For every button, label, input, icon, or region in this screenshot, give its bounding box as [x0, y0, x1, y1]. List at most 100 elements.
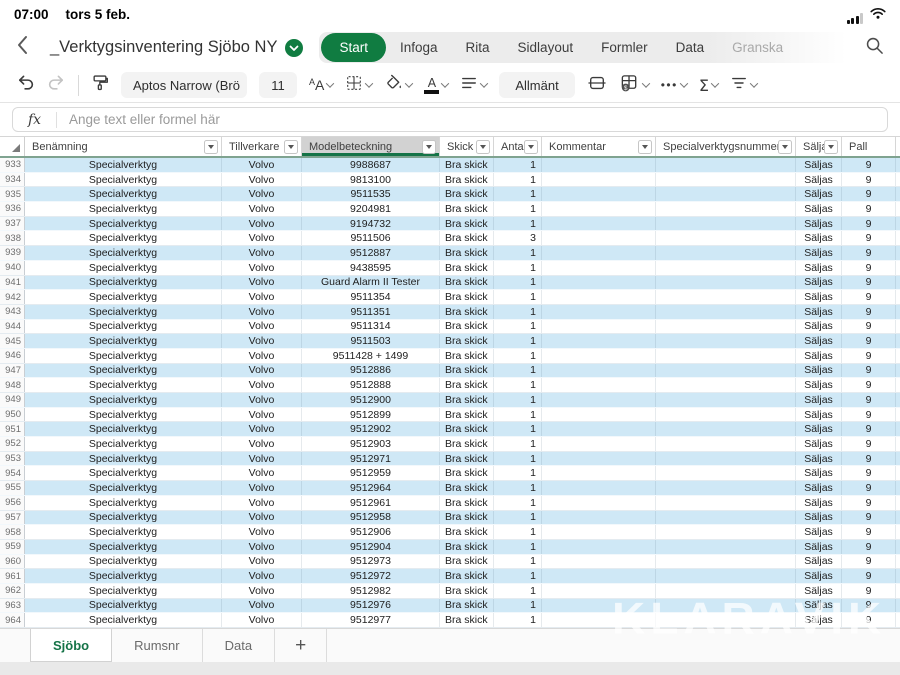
- cell-saljas[interactable]: Säljas: [796, 408, 842, 422]
- cell-benamning[interactable]: Specialverktyg: [25, 584, 222, 598]
- back-button[interactable]: [16, 35, 36, 60]
- cell-model[interactable]: 9204981: [302, 202, 440, 216]
- cell-extra[interactable]: [896, 540, 900, 554]
- cell-saljas[interactable]: Säljas: [796, 334, 842, 348]
- cell-kommentar[interactable]: [542, 613, 656, 627]
- cell-extra[interactable]: [896, 555, 900, 569]
- cell-benamning[interactable]: Specialverktyg: [25, 452, 222, 466]
- cell-model[interactable]: 9512906: [302, 525, 440, 539]
- merge-cells-button[interactable]: [587, 74, 607, 97]
- cell-tillverkare[interactable]: Volvo: [222, 305, 302, 319]
- cell-extra[interactable]: [896, 496, 900, 510]
- cell-skick[interactable]: Bra skick: [440, 276, 494, 290]
- cell-kommentar[interactable]: [542, 481, 656, 495]
- cell-saljas[interactable]: Säljas: [796, 364, 842, 378]
- autosum-button[interactable]: Σ: [699, 76, 718, 95]
- cell-saljas[interactable]: Säljas: [796, 349, 842, 363]
- cell-extra[interactable]: [896, 320, 900, 334]
- cell-skick[interactable]: Bra skick: [440, 540, 494, 554]
- cell-saljas[interactable]: Säljas: [796, 422, 842, 436]
- cell-pall[interactable]: 9: [842, 555, 896, 569]
- cell-benamning[interactable]: Specialverktyg: [25, 202, 222, 216]
- cell-model[interactable]: 9512961: [302, 496, 440, 510]
- row-number[interactable]: 950: [0, 408, 25, 422]
- cell-tillverkare[interactable]: Volvo: [222, 364, 302, 378]
- cell-saljas[interactable]: Säljas: [796, 290, 842, 304]
- cell-antal[interactable]: 1: [494, 584, 542, 598]
- cell-tillverkare[interactable]: Volvo: [222, 290, 302, 304]
- cell-tillverkare[interactable]: Volvo: [222, 261, 302, 275]
- cell-saljas[interactable]: Säljas: [796, 187, 842, 201]
- number-format-button[interactable]: Allmänt: [499, 72, 574, 98]
- row-number[interactable]: 945: [0, 334, 25, 348]
- cell-extra[interactable]: [896, 173, 900, 187]
- cell-extra[interactable]: [896, 525, 900, 539]
- cell-kommentar[interactable]: [542, 158, 656, 172]
- cell-saljas[interactable]: Säljas: [796, 305, 842, 319]
- cell-skick[interactable]: Bra skick: [440, 511, 494, 525]
- cell-tillverkare[interactable]: Volvo: [222, 525, 302, 539]
- cell-kommentar[interactable]: [542, 393, 656, 407]
- cell-specialnr[interactable]: [656, 378, 796, 392]
- cell-skick[interactable]: Bra skick: [440, 555, 494, 569]
- cell-benamning[interactable]: Specialverktyg: [25, 555, 222, 569]
- cell-skick[interactable]: Bra skick: [440, 364, 494, 378]
- cell-extra[interactable]: [896, 466, 900, 480]
- cell-antal[interactable]: 1: [494, 276, 542, 290]
- cell-specialnr[interactable]: [656, 599, 796, 613]
- cell-extra[interactable]: [896, 202, 900, 216]
- cell-kommentar[interactable]: [542, 511, 656, 525]
- cell-tillverkare[interactable]: Volvo: [222, 202, 302, 216]
- tab-formler[interactable]: Formler: [587, 34, 662, 61]
- cell-skick[interactable]: Bra skick: [440, 466, 494, 480]
- cell-skick[interactable]: Bra skick: [440, 173, 494, 187]
- cell-saljas[interactable]: Säljas: [796, 261, 842, 275]
- cell-model[interactable]: 9512972: [302, 569, 440, 583]
- cell-kommentar[interactable]: [542, 334, 656, 348]
- cell-pall[interactable]: 9: [842, 378, 896, 392]
- cell-extra[interactable]: [896, 364, 900, 378]
- cell-pall[interactable]: 9: [842, 569, 896, 583]
- cell-benamning[interactable]: Specialverktyg: [25, 334, 222, 348]
- formula-input[interactable]: Ange text eller formel här: [57, 112, 220, 127]
- cell-pall[interactable]: 9: [842, 584, 896, 598]
- cell-saljas[interactable]: Säljas: [796, 217, 842, 231]
- cell-kommentar[interactable]: [542, 276, 656, 290]
- cell-model[interactable]: 9512977: [302, 613, 440, 627]
- cell-kommentar[interactable]: [542, 246, 656, 260]
- cell-extra[interactable]: [896, 393, 900, 407]
- cell-specialnr[interactable]: [656, 246, 796, 260]
- row-number[interactable]: 964: [0, 613, 25, 627]
- cell-pall[interactable]: 9: [842, 261, 896, 275]
- cell-pall[interactable]: 9: [842, 613, 896, 627]
- cell-model[interactable]: 9438595: [302, 261, 440, 275]
- cell-tillverkare[interactable]: Volvo: [222, 187, 302, 201]
- row-number[interactable]: 962: [0, 584, 25, 598]
- row-number[interactable]: 963: [0, 599, 25, 613]
- cell-saljas[interactable]: Säljas: [796, 569, 842, 583]
- cell-model[interactable]: 9512959: [302, 466, 440, 480]
- row-number[interactable]: 944: [0, 320, 25, 334]
- cell-model[interactable]: 9512903: [302, 437, 440, 451]
- cell-pall[interactable]: 9: [842, 173, 896, 187]
- select-all-button[interactable]: [0, 137, 25, 156]
- sheet-tab-sjobo[interactable]: Sjöbo: [30, 629, 112, 662]
- cell-specialnr[interactable]: [656, 452, 796, 466]
- cell-antal[interactable]: 1: [494, 540, 542, 554]
- row-number[interactable]: 938: [0, 231, 25, 245]
- column-header-model[interactable]: Modelbeteckning: [302, 137, 440, 156]
- filter-dropdown-button[interactable]: [778, 140, 792, 154]
- cell-pall[interactable]: 9: [842, 364, 896, 378]
- cell-skick[interactable]: Bra skick: [440, 334, 494, 348]
- tab-data[interactable]: Data: [662, 34, 719, 61]
- cell-tillverkare[interactable]: Volvo: [222, 555, 302, 569]
- cell-saljas[interactable]: Säljas: [796, 525, 842, 539]
- cell-model[interactable]: 9813100: [302, 173, 440, 187]
- cell-benamning[interactable]: Specialverktyg: [25, 364, 222, 378]
- cell-antal[interactable]: 1: [494, 569, 542, 583]
- cell-saljas[interactable]: Säljas: [796, 173, 842, 187]
- cell-pall[interactable]: 9: [842, 452, 896, 466]
- cell-specialnr[interactable]: [656, 613, 796, 627]
- cell-antal[interactable]: 1: [494, 511, 542, 525]
- cell-specialnr[interactable]: [656, 525, 796, 539]
